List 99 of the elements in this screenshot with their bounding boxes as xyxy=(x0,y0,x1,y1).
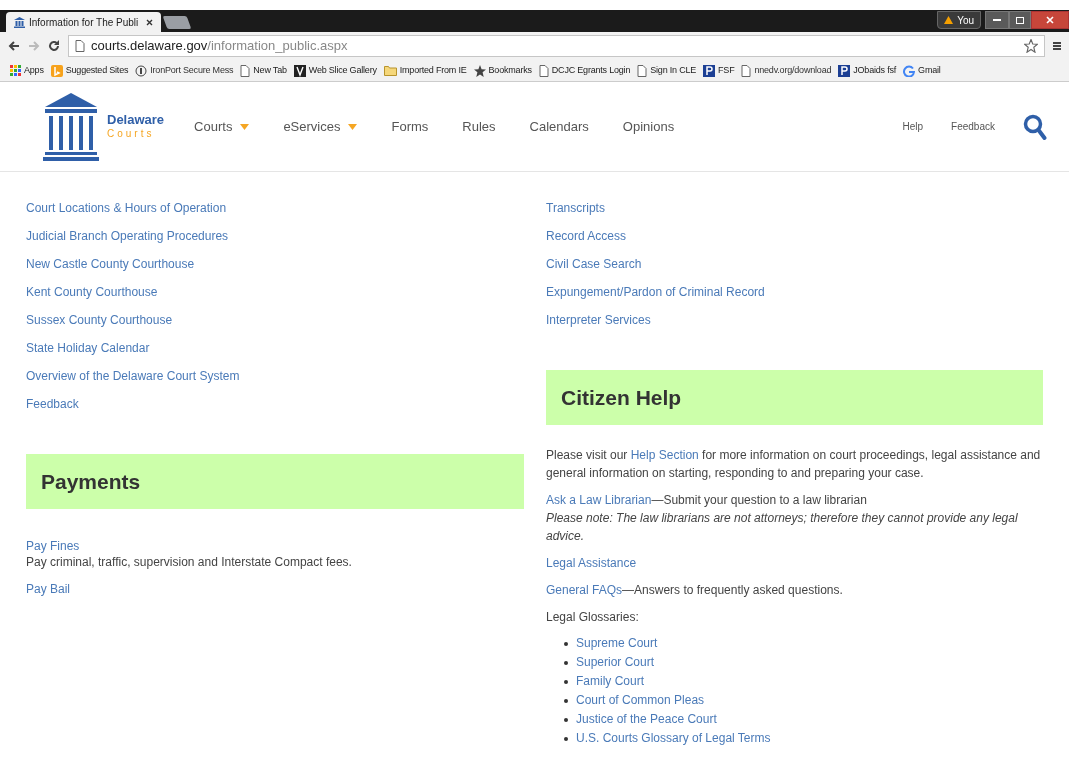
web-slice-icon xyxy=(293,64,306,77)
page-link[interactable]: Civil Case Search xyxy=(546,256,642,272)
address-bar[interactable]: courts.delaware.gov/information_public.aspx xyxy=(68,35,1045,57)
caret-icon xyxy=(240,123,250,130)
nav-link[interactable]: Opinions xyxy=(622,116,675,137)
caret-icon xyxy=(348,123,358,130)
page-link[interactable]: Kent County Courthouse xyxy=(26,284,158,300)
apps-grid-icon xyxy=(10,65,21,76)
page-link[interactable]: Interpreter Services xyxy=(546,312,651,328)
glossary-link[interactable]: Superior Court xyxy=(576,653,655,672)
restore-icon xyxy=(1016,16,1024,24)
folder-icon xyxy=(383,65,397,76)
star-icon[interactable] xyxy=(1024,39,1038,53)
nav-link[interactable]: Courts xyxy=(194,116,250,137)
page-link[interactable]: Judicial Branch Operating Procedures xyxy=(26,228,229,244)
bookmark-item[interactable]: Web Slice Gallery xyxy=(293,63,377,78)
warning-icon xyxy=(944,16,954,24)
bookmark-item[interactable]: Sign In CLE xyxy=(637,63,697,78)
close-icon xyxy=(1046,16,1054,24)
page-link[interactable]: Record Access xyxy=(546,228,627,244)
close-window-button[interactable] xyxy=(1031,11,1069,29)
bookmark-item[interactable]: DCJC Egrants Login xyxy=(538,63,631,78)
page-link[interactable]: Pay Fines xyxy=(26,538,80,554)
page-icon xyxy=(538,64,549,77)
bullet-icon xyxy=(564,679,568,684)
p-logo-icon xyxy=(838,64,851,77)
profile-button[interactable]: You xyxy=(937,11,981,29)
inline-link[interactable]: Help Section xyxy=(630,448,699,462)
menu-icon[interactable] xyxy=(1053,41,1061,51)
page-link[interactable]: Overview of the Delaware Court System xyxy=(26,368,240,384)
bullet-icon xyxy=(564,698,568,703)
logo-subtitle: Courts xyxy=(107,126,156,141)
nav-link[interactable]: eServices xyxy=(283,116,358,137)
bullet-icon xyxy=(564,660,568,665)
page-link[interactable]: Court Locations & Hours of Operation xyxy=(26,200,227,216)
tab-title: Information for The Publi xyxy=(29,15,139,30)
courthouse-icon xyxy=(14,16,25,28)
bullet-icon xyxy=(564,736,568,741)
bullet-icon xyxy=(564,717,568,722)
page-icon xyxy=(240,64,251,77)
page-link[interactable]: Feedback xyxy=(26,396,79,412)
help-paragraph: Ask a Law Librarian—Submit your question to a law librarian xyxy=(546,492,867,509)
logo-name: Delaware xyxy=(107,112,165,127)
b-logo-icon xyxy=(50,64,63,77)
glossary-link[interactable]: Court of Common Pleas xyxy=(576,691,705,710)
g-logo-icon xyxy=(903,64,916,77)
glossary-link[interactable]: U.S. Courts Glossary of Legal Terms xyxy=(576,729,771,748)
restore-button[interactable] xyxy=(1009,11,1031,29)
inline-link[interactable]: General FAQs xyxy=(546,583,623,597)
page-link[interactable]: State Holiday Calendar xyxy=(26,340,150,356)
close-icon[interactable] xyxy=(146,18,153,26)
utility-link[interactable]: Help xyxy=(902,119,924,134)
bookmark-item[interactable]: Suggested Sites xyxy=(50,63,129,78)
p-logo-icon xyxy=(703,64,716,77)
new-tab-button[interactable] xyxy=(162,16,192,29)
glossary-link[interactable]: Justice of the Peace Court xyxy=(576,710,717,729)
bookmark-item[interactable]: New Tab xyxy=(240,63,287,78)
bookmark-item[interactable]: nnedv.org/download xyxy=(741,63,832,78)
glossary-link[interactable]: Family Court xyxy=(576,672,644,691)
page-icon xyxy=(75,40,85,52)
glossary-link[interactable]: Supreme Court xyxy=(576,634,658,653)
section-heading: Payments xyxy=(41,468,141,495)
bullet-icon xyxy=(564,641,568,646)
page-icon xyxy=(637,64,648,77)
bookmark-item[interactable]: Apps xyxy=(10,63,44,78)
page-link[interactable]: Sussex County Courthouse xyxy=(26,312,173,328)
page-link[interactable]: New Castle County Courthouse xyxy=(26,256,195,272)
utility-link[interactable]: Feedback xyxy=(951,119,995,134)
nav-link[interactable]: Rules xyxy=(462,116,496,137)
circle-i-icon xyxy=(135,64,148,77)
section-heading: Citizen Help xyxy=(561,384,682,411)
bookmark-item[interactable]: IronPort Secure Mess xyxy=(135,63,234,78)
bookmark-item[interactable]: JObaids fsf xyxy=(838,63,897,78)
bookmark-item[interactable]: Imported From IE xyxy=(383,63,467,78)
search-icon[interactable] xyxy=(1023,113,1047,140)
courthouse-icon xyxy=(43,92,99,161)
url-text: courts.delaware.gov/information_public.aspx xyxy=(91,37,348,56)
inline-link[interactable]: Legal Assistance xyxy=(546,556,637,570)
page-icon xyxy=(741,64,752,77)
reload-icon[interactable] xyxy=(48,40,60,52)
help-paragraph: Please visit our Help Section for more information on court proceedings, legal assistance and general information on starting, responding to and preparing your case. xyxy=(546,447,1042,482)
minimize-icon xyxy=(993,19,1001,21)
browser-tab[interactable]: Information for The Publi xyxy=(6,12,161,32)
star-icon xyxy=(473,64,486,77)
inline-link[interactable]: Ask a Law Librarian xyxy=(546,493,652,507)
bookmark-item[interactable]: Bookmarks xyxy=(473,63,532,78)
note-text: Please note: The law librarians are not attorneys; therefore they cannot provide any legal advice. xyxy=(546,510,1019,545)
bookmark-item[interactable]: Gmail xyxy=(903,63,941,78)
bookmark-item[interactable]: FSF xyxy=(703,63,735,78)
help-paragraph: General FAQs—Answers to frequently asked questions. xyxy=(546,582,843,599)
page-link[interactable]: Transcripts xyxy=(546,200,605,216)
page-link[interactable]: Expungement/Pardon of Criminal Record xyxy=(546,284,765,300)
back-arrow-icon[interactable] xyxy=(8,40,20,52)
minimize-button[interactable] xyxy=(985,11,1009,29)
page-link[interactable]: Pay Bail xyxy=(26,581,71,597)
help-paragraph: Legal Glossaries: xyxy=(546,609,639,626)
nav-link[interactable]: Calendars xyxy=(529,116,589,137)
link-description: Pay criminal, traffic, supervision and Interstate Compact fees. xyxy=(26,554,352,570)
nav-link[interactable]: Forms xyxy=(391,116,429,137)
